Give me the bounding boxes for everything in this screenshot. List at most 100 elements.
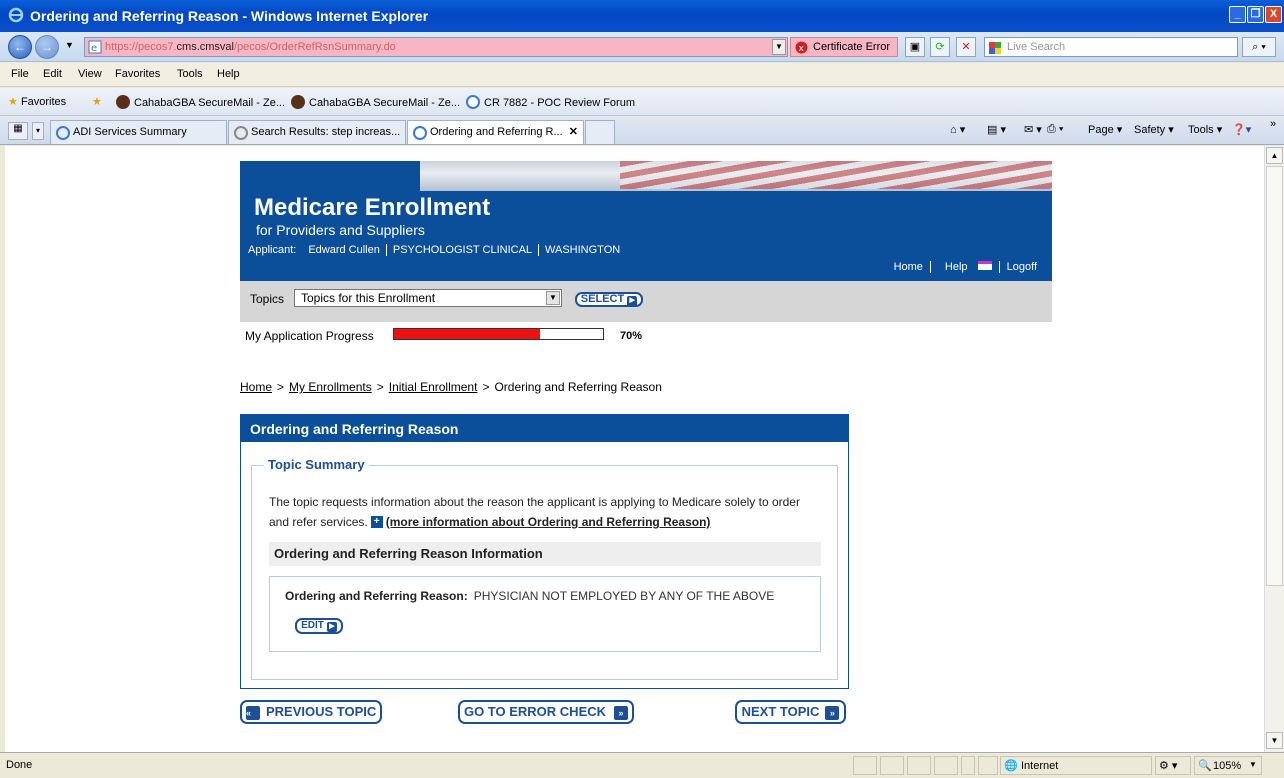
breadcrumb: Home > My Enrollments > Initial Enrollment > O… xyxy=(240,380,662,394)
live-search-icon xyxy=(989,42,1001,54)
magnifier-icon: 🔍 xyxy=(1198,760,1212,772)
favorite-link-label: CahabaGBA SecureMail - Ze... xyxy=(309,97,461,109)
next-topic-button[interactable]: NEXT TOPIC » xyxy=(735,700,846,724)
help-icon[interactable]: ❓▾ xyxy=(1232,123,1251,136)
home-link[interactable]: Home xyxy=(887,261,930,273)
feeds-icon[interactable]: ▤ ▾ xyxy=(987,123,1006,136)
favorites-bar: ★ Favorites ★ CahabaGBA SecureMail - Ze.… xyxy=(0,88,1284,116)
tab-adi-services[interactable]: ADI Services Summary xyxy=(50,120,227,144)
address-bar[interactable]: e https://pecos7.cms.cmsval/pecos/OrderR… xyxy=(84,37,788,57)
zone-label: Internet xyxy=(1021,760,1059,772)
arrow-right-icon: ▶ xyxy=(627,296,638,306)
favorites-button[interactable]: ★ Favorites xyxy=(8,95,66,108)
tab-search-results[interactable]: Search Results: step increas... xyxy=(228,120,406,144)
double-chevron-right-icon: » xyxy=(614,706,629,720)
security-zone[interactable]: 🌐 Internet xyxy=(1000,756,1152,775)
url-host: cms.cmsval xyxy=(176,41,234,53)
menu-edit[interactable]: Edit xyxy=(43,68,62,80)
vertical-scrollbar[interactable]: ▲ ▼ xyxy=(1264,146,1284,752)
breadcrumb-home[interactable]: Home xyxy=(240,380,272,394)
menu-help[interactable]: Help xyxy=(217,68,240,80)
zoom-value: 105% xyxy=(1213,760,1242,772)
menu-file[interactable]: File xyxy=(11,68,29,80)
minimize-button[interactable]: _ xyxy=(1229,6,1246,23)
search-button[interactable]: ⌕ ▾ xyxy=(1242,37,1276,57)
favorite-link-1[interactable]: CahabaGBA SecureMail - Ze... xyxy=(116,95,285,109)
scroll-thumb[interactable] xyxy=(1266,166,1283,586)
tab-list-dropdown-icon[interactable]: ▾ xyxy=(32,122,44,140)
forward-button[interactable]: → xyxy=(35,35,59,59)
tab-ordering-referring[interactable]: Ordering and Referring R... ✕ xyxy=(407,120,584,144)
status-segment xyxy=(880,756,904,775)
url-prefix: https://pecos7. xyxy=(105,41,177,53)
add-favorite-icon[interactable]: ★ xyxy=(92,95,102,108)
print-icon[interactable]: ⎙ ▾ xyxy=(1047,123,1063,136)
breadcrumb-separator: > xyxy=(277,380,285,394)
chevron-more-icon[interactable]: » xyxy=(1270,118,1276,130)
expand-plus-icon[interactable]: + xyxy=(370,516,383,528)
favorites-label: Favorites xyxy=(20,96,67,108)
page-menu[interactable]: Page ▾ xyxy=(1088,123,1122,136)
favorite-link-label: CahabaGBA SecureMail - Ze... xyxy=(134,97,286,109)
address-dropdown-icon[interactable]: ▼ xyxy=(772,39,786,55)
window-title: Ordering and Referring Reason - Windows … xyxy=(30,8,429,24)
tools-menu-label: Tools xyxy=(1188,124,1214,136)
mail-icon[interactable]: ✉ ▾ xyxy=(1024,123,1042,136)
favorite-link-3[interactable]: CR 7882 - POC Review Forum xyxy=(466,95,635,109)
refresh-icon[interactable]: ⟳ xyxy=(930,37,950,57)
url-path: /pecos/OrderRefRsnSummary.do xyxy=(234,41,396,53)
page-viewport: Medicare Enrollment for Providers and Su… xyxy=(5,146,1264,752)
back-button[interactable]: ← xyxy=(8,35,32,59)
info-box: Ordering and Referring Reason: PHYSICIAN … xyxy=(269,576,821,652)
menu-view[interactable]: View xyxy=(78,68,102,80)
close-button[interactable]: X xyxy=(1265,6,1282,23)
shield-error-icon: x xyxy=(795,41,808,54)
new-tab-button[interactable] xyxy=(585,120,615,144)
previous-topic-label: PREVIOUS TOPIC xyxy=(266,704,377,719)
recent-pages-dropdown-icon[interactable]: ▼ xyxy=(65,40,74,50)
edit-button[interactable]: EDIT ▶ xyxy=(295,618,343,634)
quick-tabs-icon[interactable]: ▦ xyxy=(8,122,28,140)
error-check-button[interactable]: GO TO ERROR CHECK » xyxy=(458,700,634,724)
help-link[interactable]: Help xyxy=(929,261,999,273)
select-button[interactable]: SELECT ▶ xyxy=(575,292,643,307)
svg-text:x: x xyxy=(799,44,805,54)
compatibility-icon[interactable]: ▣ xyxy=(905,37,925,57)
topics-select[interactable]: Topics for this Enrollment ▼ xyxy=(294,289,562,307)
scroll-down-icon[interactable]: ▼ xyxy=(1266,732,1283,749)
tab-label: Search Results: step increas... xyxy=(251,126,401,138)
zoom-control[interactable]: 🔍 105% ▼ xyxy=(1194,756,1262,775)
status-segment xyxy=(934,756,958,775)
menu-bar: File Edit View Favorites Tools Help xyxy=(0,63,1284,87)
applicant-name: Edward Cullen xyxy=(308,244,380,256)
app-subtitle: for Providers and Suppliers xyxy=(256,222,425,238)
breadcrumb-initial-enrollment[interactable]: Initial Enrollment xyxy=(389,380,478,394)
zoom-dropdown-icon: ▼ xyxy=(1249,760,1257,769)
ie-logo-icon xyxy=(8,7,24,23)
site-banner: Medicare Enrollment for Providers and Su… xyxy=(240,161,1052,281)
tools-menu[interactable]: Tools ▾ xyxy=(1188,123,1222,136)
safety-menu[interactable]: Safety ▾ xyxy=(1134,123,1174,136)
reason-value: PHYSICIAN NOT EMPLOYED BY ANY OF THE ABO… xyxy=(473,589,775,603)
stop-icon[interactable]: ✕ xyxy=(956,37,976,57)
previous-topic-button[interactable]: « PREVIOUS TOPIC xyxy=(240,700,382,724)
certificate-error-button[interactable]: x Certificate Error xyxy=(790,37,898,57)
logoff-link[interactable]: Logoff xyxy=(998,261,1044,273)
app-title: Medicare Enrollment xyxy=(254,194,491,221)
menu-favorites[interactable]: Favorites xyxy=(115,68,160,80)
favorite-link-2[interactable]: CahabaGBA SecureMail - Ze... xyxy=(291,95,460,109)
star-icon: ★ xyxy=(8,96,18,108)
more-info-link[interactable]: (more information about Ordering and Ref… xyxy=(386,515,711,529)
search-input[interactable]: Live Search xyxy=(984,37,1238,57)
protected-mode-icon[interactable]: ⚙ ▾ xyxy=(1155,756,1191,775)
globe-icon: 🌐 xyxy=(1004,760,1018,772)
tab-label: Ordering and Referring R... xyxy=(430,126,563,138)
restore-button[interactable]: ❐ xyxy=(1247,6,1264,23)
close-tab-icon[interactable]: ✕ xyxy=(569,125,578,138)
home-icon[interactable]: ⌂ ▾ xyxy=(950,123,965,136)
scroll-up-icon[interactable]: ▲ xyxy=(1266,147,1283,164)
breadcrumb-my-enrollments[interactable]: My Enrollments xyxy=(289,380,372,394)
panel-title: Ordering and Referring Reason xyxy=(241,415,848,442)
menu-tools[interactable]: Tools xyxy=(177,68,203,80)
breadcrumb-separator: > xyxy=(376,380,384,394)
